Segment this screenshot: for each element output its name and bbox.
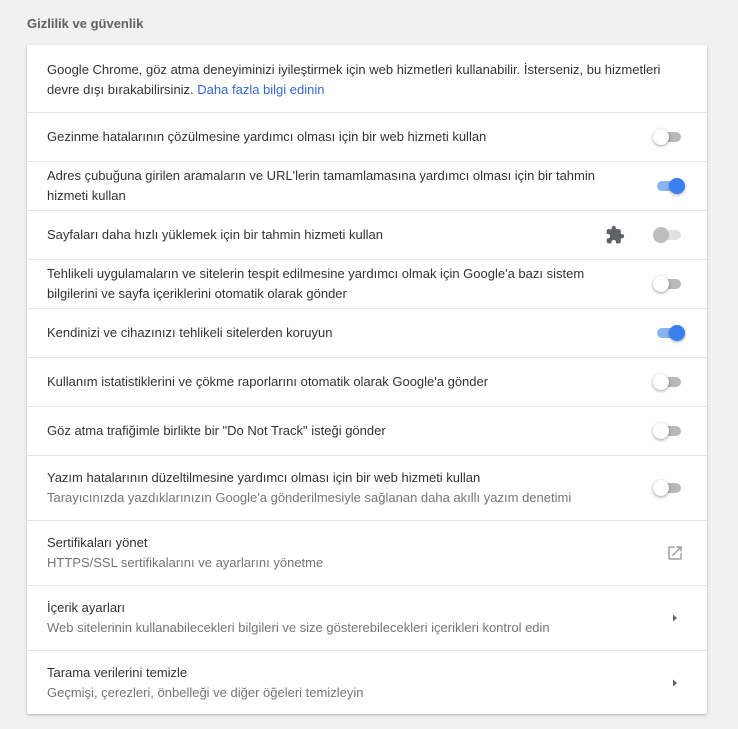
setting-label: Tehlikeli uygulamaların ve sitelerin tes… [47,266,585,301]
setting-row-safe-browsing[interactable]: Kendinizi ve cihazınızı tehlikeli sitele… [27,308,707,357]
link-sublabel: Web sitelerinin kullanabilecekleri bilgi… [47,620,550,635]
navigation-errors-toggle[interactable] [653,127,687,147]
safe-browsing-reporting-toggle[interactable] [653,274,687,294]
intro-description: Google Chrome, göz atma deneyiminizi iyi… [47,61,661,97]
spelling-service-toggle[interactable] [653,478,687,498]
extension-puzzle-icon[interactable] [605,225,625,245]
safe-browsing-toggle[interactable] [653,323,687,343]
control-area [617,372,687,392]
setting-row-do-not-track[interactable]: Göz atma trafiğimle birlikte bir "Do Not… [27,406,707,455]
toggle-knob [669,178,685,194]
setting-row-search-prediction[interactable]: Adres çubuğuna girilen aramaların ve URL… [27,161,707,210]
setting-label: Yazım hatalarının düzeltilmesine yardımc… [47,470,481,485]
link-text: Sertifikaları yönet HTTPS/SSL sertifikal… [47,533,617,573]
page-prefetch-toggle[interactable] [653,225,687,245]
control-area [617,323,687,343]
link-row-manage-certificates[interactable]: Sertifikaları yönet HTTPS/SSL sertifikal… [27,520,707,585]
chevron-right-icon[interactable] [663,671,687,695]
toggle-knob [653,423,669,439]
link-label: Sertifikaları yönet [47,535,148,550]
usage-statistics-toggle[interactable] [653,372,687,392]
link-text: Tarama verilerini temizle Geçmişi, çerez… [47,663,617,703]
setting-label: Sayfaları daha hızlı yüklemek için bir t… [47,227,383,242]
toggle-knob [653,129,669,145]
control-area [577,225,687,245]
do-not-track-toggle[interactable] [653,421,687,441]
setting-sublabel: Tarayıcınızda yazdıklarınızın Google'a g… [47,490,572,505]
toggle-knob [653,480,669,496]
control-area [617,541,687,565]
setting-text: Yazım hatalarının düzeltilmesine yardımc… [47,468,617,508]
toggle-knob [669,325,685,341]
link-label: Tarama verilerini temizle [47,664,188,680]
chevron-right-icon[interactable] [663,606,687,630]
link-sublabel: Geçmişi, çerezleri, önbelleği ve diğer ö… [47,684,364,700]
link-row-content-settings[interactable]: İçerik ayarları Web sitelerinin kullanab… [27,585,707,650]
setting-label: Gezinme hatalarının çözülmesine yardımcı… [47,129,487,144]
setting-row-spelling-service[interactable]: Yazım hatalarının düzeltilmesine yardımc… [27,455,707,520]
setting-row-usage-statistics[interactable]: Kullanım istatistiklerini ve çökme rapor… [27,357,707,406]
link-row-clear-browsing-data[interactable]: Tarama verilerini temizle Geçmişi, çerez… [27,650,707,714]
control-area [617,478,687,498]
setting-label: Adres çubuğuna girilen aramaların ve URL… [47,168,595,203]
section-title: Gizlilik ve güvenlik [27,16,144,31]
intro-text: Google Chrome, göz atma deneyiminizi iyi… [47,60,687,100]
toggle-knob [653,374,669,390]
control-area [617,176,687,196]
learn-more-link[interactable]: Daha fazla bilgi edinin [197,82,324,97]
link-label: İçerik ayarları [47,600,126,615]
search-prediction-toggle[interactable] [653,176,687,196]
control-area [617,274,687,294]
control-area [617,421,687,441]
toggle-knob [653,227,669,243]
setting-row-page-prefetch[interactable]: Sayfaları daha hızlı yüklemek için bir t… [27,210,707,259]
setting-row-safe-browsing-reporting[interactable]: Tehlikeli uygulamaların ve sitelerin tes… [27,259,707,308]
control-area [617,127,687,147]
link-text: İçerik ayarları Web sitelerinin kullanab… [47,598,617,638]
intro-row: Google Chrome, göz atma deneyiminizi iyi… [27,45,707,112]
setting-label: Kullanım istatistiklerini ve çökme rapor… [47,374,489,389]
privacy-settings-card: Google Chrome, göz atma deneyiminizi iyi… [27,45,707,714]
open-in-new-icon[interactable] [663,541,687,565]
control-area [617,671,687,695]
setting-row-navigation-errors[interactable]: Gezinme hatalarının çözülmesine yardımcı… [27,112,707,161]
link-sublabel: HTTPS/SSL sertifikalarını ve ayarlarını … [47,555,324,570]
setting-label: Göz atma trafiğimle birlikte bir "Do Not… [47,423,386,438]
setting-label: Kendinizi ve cihazınızı tehlikeli sitele… [47,325,333,340]
control-area [617,606,687,630]
toggle-knob [653,276,669,292]
